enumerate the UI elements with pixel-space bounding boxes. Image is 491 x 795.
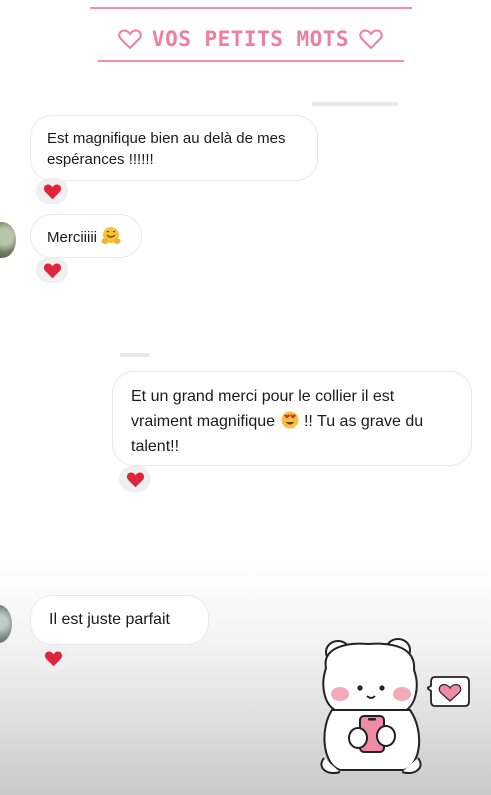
avatar[interactable] (0, 605, 12, 643)
cropped-reaction-edge (120, 353, 150, 357)
heart-outline-icon (118, 29, 142, 50)
header-top-line (90, 7, 412, 9)
red-heart-icon (43, 263, 61, 278)
message-reaction[interactable] (36, 178, 68, 204)
red-heart-icon (44, 651, 62, 666)
message-bubble-sent[interactable]: Et un grand merci pour le collier il est… (112, 371, 472, 466)
bear-with-phone-sticker (320, 638, 422, 774)
message-reaction[interactable] (37, 645, 69, 671)
story-header: VOS PETITS MOTS (98, 22, 403, 56)
smiling-face-with-open-hands-icon (101, 227, 121, 244)
heart-outline-icon (359, 29, 383, 50)
message-reaction[interactable] (119, 466, 151, 492)
message-text: Il est juste parfait (49, 611, 170, 628)
page-title: VOS PETITS MOTS (151, 27, 350, 51)
message-bubble-received[interactable]: Merciiiii (30, 214, 142, 258)
red-heart-icon (43, 184, 61, 199)
heart-eyes-icon (281, 411, 299, 429)
message-bubble-received[interactable]: Il est juste parfait (30, 595, 209, 645)
header-underline (98, 60, 404, 62)
cropped-message-edge (312, 102, 398, 106)
message-bubble-received[interactable]: Est magnifique bien au delà de mes espér… (30, 115, 318, 181)
message-text: Est magnifique bien au delà de mes espér… (47, 130, 286, 168)
avatar[interactable] (0, 222, 16, 258)
message-text: Merciiiii (47, 229, 97, 246)
pink-heart-speech-bubble-icon (427, 676, 470, 707)
message-reaction[interactable] (36, 257, 68, 283)
red-heart-icon (126, 472, 144, 487)
